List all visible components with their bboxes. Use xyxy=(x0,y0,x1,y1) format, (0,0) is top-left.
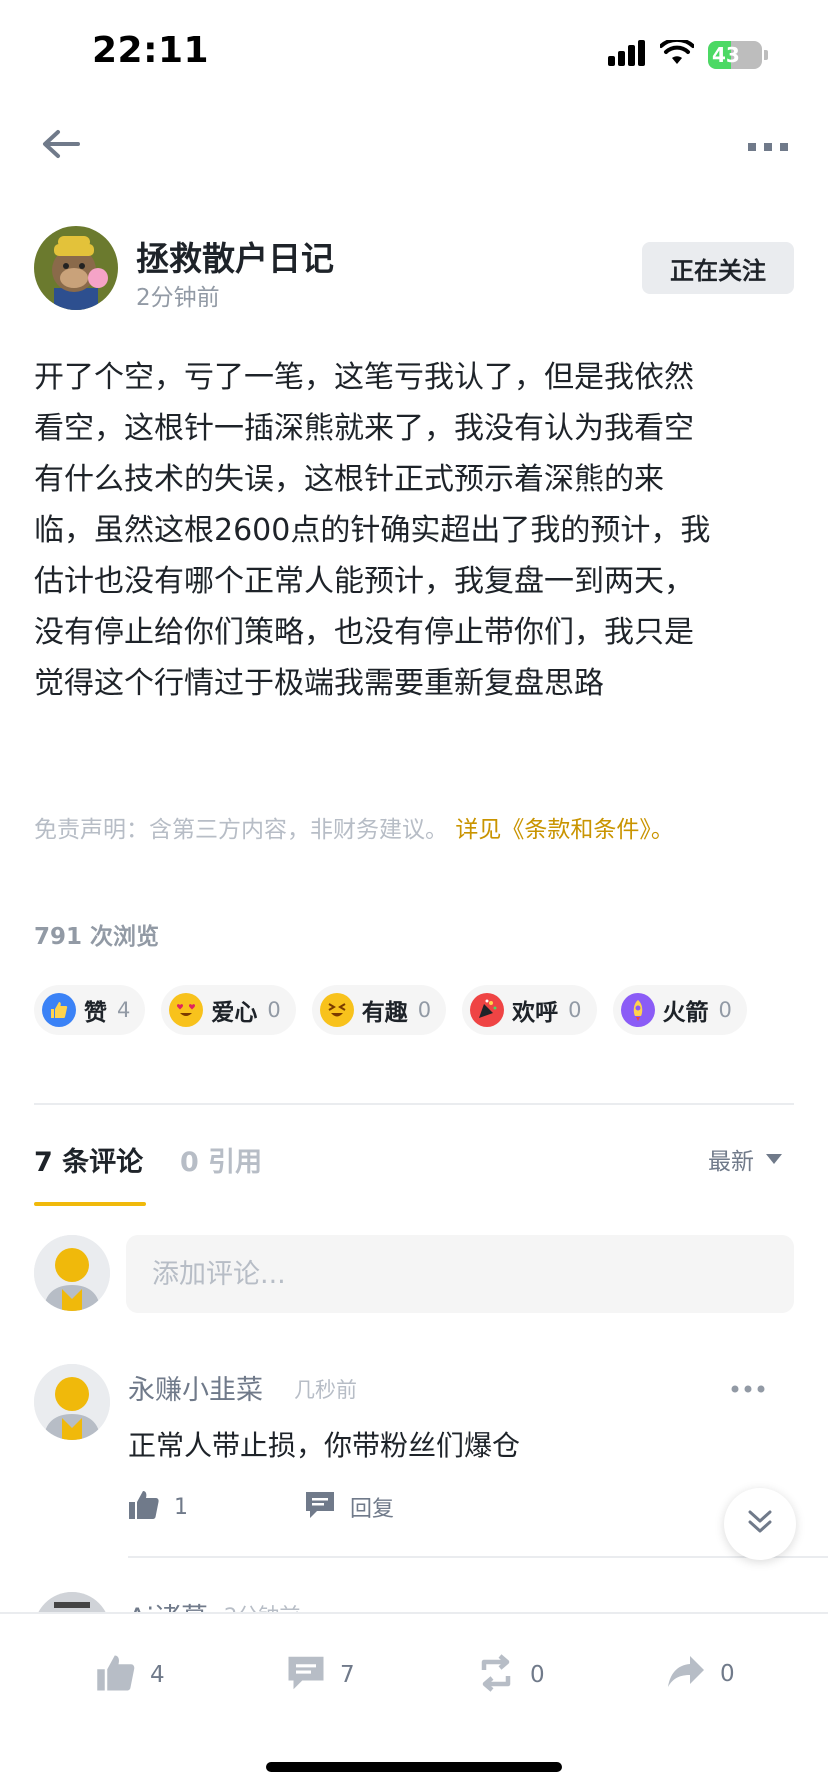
reaction-label: 火箭 xyxy=(662,1000,709,1026)
commenter-avatar[interactable] xyxy=(34,1364,110,1440)
comment-reply-button[interactable]: 回复 xyxy=(304,1490,394,1524)
author-avatar[interactable] xyxy=(34,226,118,310)
reaction-count: 0 xyxy=(267,998,281,1022)
view-count: 791 次浏览 xyxy=(34,924,160,950)
next-commenter-name[interactable]: Ai诸葛 xyxy=(128,1596,208,1612)
share-count: 0 xyxy=(720,1661,735,1687)
next-comment-time: 2分钟前 xyxy=(224,1600,300,1612)
post-comment-count: 7 xyxy=(340,1662,355,1688)
reaction-count: 0 xyxy=(718,998,732,1022)
commenter-name[interactable]: 永赚小韭菜 xyxy=(128,1368,263,1407)
comment-like-button[interactable]: 1 xyxy=(128,1490,188,1524)
comment-time: 几秒前 xyxy=(294,1378,357,1402)
battery-percent: 43 xyxy=(712,43,740,67)
more-icon xyxy=(748,137,788,156)
post-like-count: 4 xyxy=(150,1662,165,1688)
caret-down-icon xyxy=(766,1154,782,1164)
active-tab-indicator xyxy=(34,1202,146,1206)
user-avatar xyxy=(34,1235,110,1311)
signal-icon xyxy=(608,40,646,70)
sort-label: 最新 xyxy=(708,1149,754,1175)
post-author: 拯救散户日记 2分钟前 正在关注 xyxy=(34,226,794,312)
wifi-icon xyxy=(659,37,695,70)
following-button[interactable]: 正在关注 xyxy=(642,242,794,294)
post-time: 2分钟前 xyxy=(136,285,220,311)
terms-link[interactable]: 详见《条款和条件》。 xyxy=(455,817,674,843)
reaction-label: 爱心 xyxy=(211,1000,258,1026)
rocket-emoji-icon xyxy=(620,993,655,1027)
tab-comments[interactable]: 7 条评论 xyxy=(34,1140,143,1179)
reaction-count: 0 xyxy=(568,998,582,1022)
more-options-button[interactable] xyxy=(744,122,792,170)
reaction-cheer[interactable]: 欢呼 0 xyxy=(462,985,597,1035)
post-body: 开了个空，亏了一笔，这笔亏我认了，但是我依然 看空，这根针一插深熊就来了，我没有… xyxy=(34,360,711,701)
reaction-label: 有趣 xyxy=(361,1000,408,1026)
comment-input[interactable] xyxy=(126,1235,794,1313)
arrow-left-icon xyxy=(40,128,80,164)
reaction-label: 赞 xyxy=(84,1000,107,1026)
bottom-action-bar: 4 7 0 0 xyxy=(0,1612,828,1792)
comment-divider xyxy=(128,1556,828,1558)
thumbs-up-icon xyxy=(128,1490,160,1524)
comment-more-button[interactable] xyxy=(728,1372,768,1402)
reaction-count: 4 xyxy=(117,998,131,1022)
status-bar: 22:11 43 xyxy=(0,0,828,110)
repost-icon xyxy=(476,1654,516,1696)
thumbs-up-emoji-icon xyxy=(42,993,76,1027)
tab-quotes[interactable]: 0 引用 xyxy=(180,1140,262,1179)
reaction-label: 欢呼 xyxy=(512,1000,559,1026)
section-divider xyxy=(34,1103,794,1105)
reply-icon xyxy=(304,1490,336,1524)
home-indicator xyxy=(266,1762,562,1772)
share-arrow-icon xyxy=(666,1654,706,1694)
top-nav xyxy=(0,110,828,182)
comment-tabs: 7 条评论 0 引用 最新 xyxy=(34,1140,794,1210)
thumbs-up-icon xyxy=(96,1654,136,1696)
post-comment-button[interactable]: 7 xyxy=(286,1654,355,1696)
reaction-funny[interactable]: 有趣 0 xyxy=(311,985,447,1035)
next-commenter-avatar[interactable] xyxy=(34,1592,110,1612)
author-name[interactable]: 拯救散户日记 xyxy=(136,232,334,280)
scroll-down-button[interactable] xyxy=(724,1488,796,1560)
reaction-like[interactable]: 赞 4 xyxy=(34,985,146,1035)
repost-button[interactable]: 0 xyxy=(476,1654,545,1696)
next-comment-item: Ai诸葛 2分钟前 xyxy=(34,1592,794,1612)
comment-item: 永赚小韭菜 几秒前 正常人带止损，你带粉丝们爆仓 1 回复 xyxy=(34,1364,828,1564)
status-time: 22:11 xyxy=(92,30,210,71)
status-icons: 43 xyxy=(608,37,768,70)
share-button[interactable]: 0 xyxy=(666,1654,735,1694)
disclaimer-text: 免责声明：含第三方内容，非财务建议。 xyxy=(34,817,448,843)
comment-like-count: 1 xyxy=(174,1494,188,1520)
disclaimer: 免责声明：含第三方内容，非财务建议。 详见《条款和条件》。 xyxy=(34,810,674,844)
comment-icon xyxy=(286,1654,326,1696)
comment-text: 正常人带止损，你带粉丝们爆仓 xyxy=(128,1429,521,1462)
repost-count: 0 xyxy=(530,1662,545,1688)
reaction-love[interactable]: 爱心 0 xyxy=(161,985,296,1035)
reaction-rocket[interactable]: 火箭 0 xyxy=(612,985,747,1035)
laughing-emoji-icon xyxy=(319,993,354,1027)
reply-label: 回复 xyxy=(350,1497,395,1522)
battery-icon: 43 xyxy=(708,41,768,69)
post-like-button[interactable]: 4 xyxy=(96,1654,165,1696)
sort-dropdown[interactable]: 最新 xyxy=(708,1142,782,1176)
party-popper-emoji-icon xyxy=(470,993,505,1027)
comment-input-row xyxy=(34,1235,794,1313)
reaction-count: 0 xyxy=(417,998,432,1022)
heart-eyes-emoji-icon xyxy=(169,993,204,1027)
double-chevron-down-icon xyxy=(746,1508,774,1540)
more-icon xyxy=(731,1378,765,1397)
comment-actions: 1 回复 xyxy=(128,1490,510,1524)
reactions: 赞 4 爱心 0 有趣 0 欢呼 0 火箭 0 xyxy=(34,985,747,1035)
back-button[interactable] xyxy=(36,122,84,170)
